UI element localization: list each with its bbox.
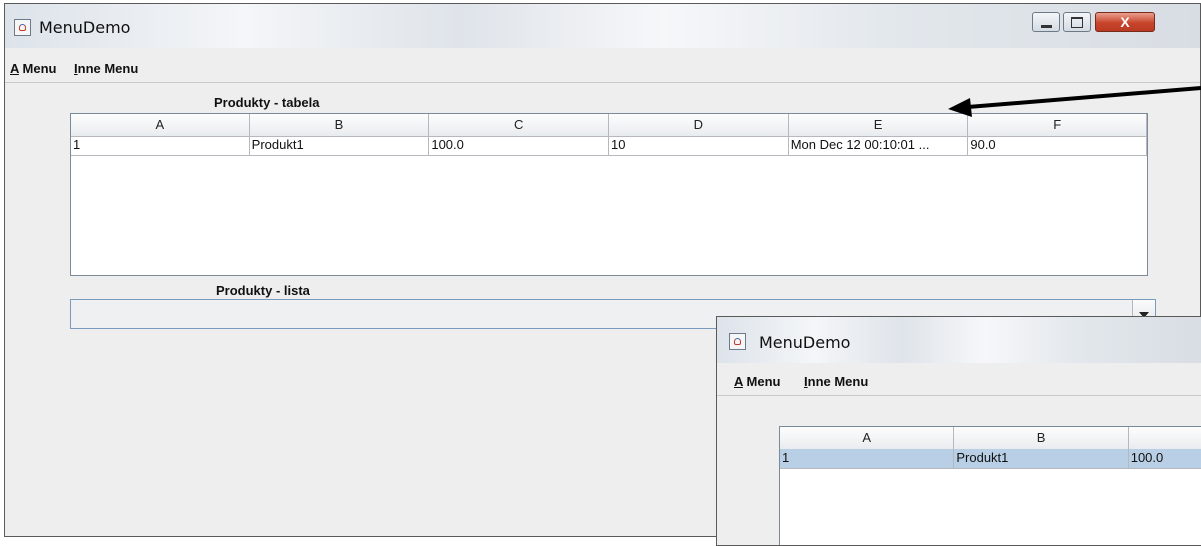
- overlay-menu-inne[interactable]: Inne Menu: [804, 374, 868, 389]
- column-header-a[interactable]: A: [780, 427, 955, 449]
- products-table[interactable]: ABCDEF 1 Produkt1 100.0 10 Mon Dec 12 00:10:…: [70, 113, 1148, 276]
- column-header-e[interactable]: E: [789, 114, 969, 136]
- column-header-c[interactable]: C: [429, 114, 610, 136]
- title-bar[interactable]: MenuDemo X: [5, 4, 1200, 48]
- java-app-icon: [729, 333, 746, 350]
- column-header-f[interactable]: F: [968, 114, 1148, 136]
- table-header: ABCDEF: [71, 114, 1148, 137]
- minimize-button[interactable]: [1032, 12, 1060, 32]
- table-cell[interactable]: 1: [780, 449, 955, 468]
- maximize-button[interactable]: [1063, 12, 1091, 32]
- overlay-window: MenuDemo A Menu Inne Menu AB 1 Produkt1 10…: [716, 316, 1201, 546]
- column-header-d[interactable]: D: [609, 114, 789, 136]
- overlay-table-row-selected[interactable]: 1 Produkt1 100.0: [780, 449, 1201, 469]
- table-cell[interactable]: Produkt1: [250, 136, 430, 155]
- overlay-products-table[interactable]: AB 1 Produkt1 100.0: [779, 426, 1201, 545]
- table-cell[interactable]: Produkt1: [954, 449, 1129, 468]
- table-cell[interactable]: Mon Dec 12 00:10:01 ...: [789, 136, 969, 155]
- overlay-content-panel: AB 1 Produkt1 100.0: [717, 396, 1201, 545]
- table-cell[interactable]: 10: [609, 136, 789, 155]
- overlay-table-header: AB: [780, 427, 1201, 450]
- table-row[interactable]: 1 Produkt1 100.0 10 Mon Dec 12 00:10:01 ... 9…: [71, 136, 1148, 156]
- minimize-icon: [1040, 25, 1052, 29]
- close-icon: X: [1120, 14, 1130, 30]
- overlay-title-bar[interactable]: MenuDemo: [717, 317, 1201, 363]
- overlay-menu-a[interactable]: A Menu: [734, 374, 780, 389]
- close-button[interactable]: X: [1095, 12, 1155, 32]
- overlay-window-title: MenuDemo: [759, 333, 851, 352]
- table-caption: Produkty - tabela: [214, 95, 320, 110]
- table-cell[interactable]: 100.0: [429, 136, 610, 155]
- table-cell[interactable]: 100.0: [1129, 449, 1201, 468]
- list-caption: Produkty - lista: [216, 283, 310, 298]
- menu-bar: A Menu Inne Menu: [5, 55, 1200, 83]
- column-header-c[interactable]: [1129, 427, 1201, 449]
- column-header-b[interactable]: B: [954, 427, 1129, 449]
- menu-inne[interactable]: Inne Menu: [74, 61, 138, 76]
- column-header-a[interactable]: A: [71, 114, 250, 136]
- java-app-icon: [14, 19, 31, 36]
- window-title: MenuDemo: [39, 18, 131, 37]
- maximize-icon: [1071, 17, 1083, 29]
- menu-a[interactable]: A Menu: [10, 61, 56, 76]
- overlay-menu-bar: A Menu Inne Menu: [717, 368, 1201, 396]
- table-cell[interactable]: 90.0: [968, 136, 1148, 155]
- column-header-b[interactable]: B: [250, 114, 430, 136]
- table-cell[interactable]: 1: [71, 136, 250, 155]
